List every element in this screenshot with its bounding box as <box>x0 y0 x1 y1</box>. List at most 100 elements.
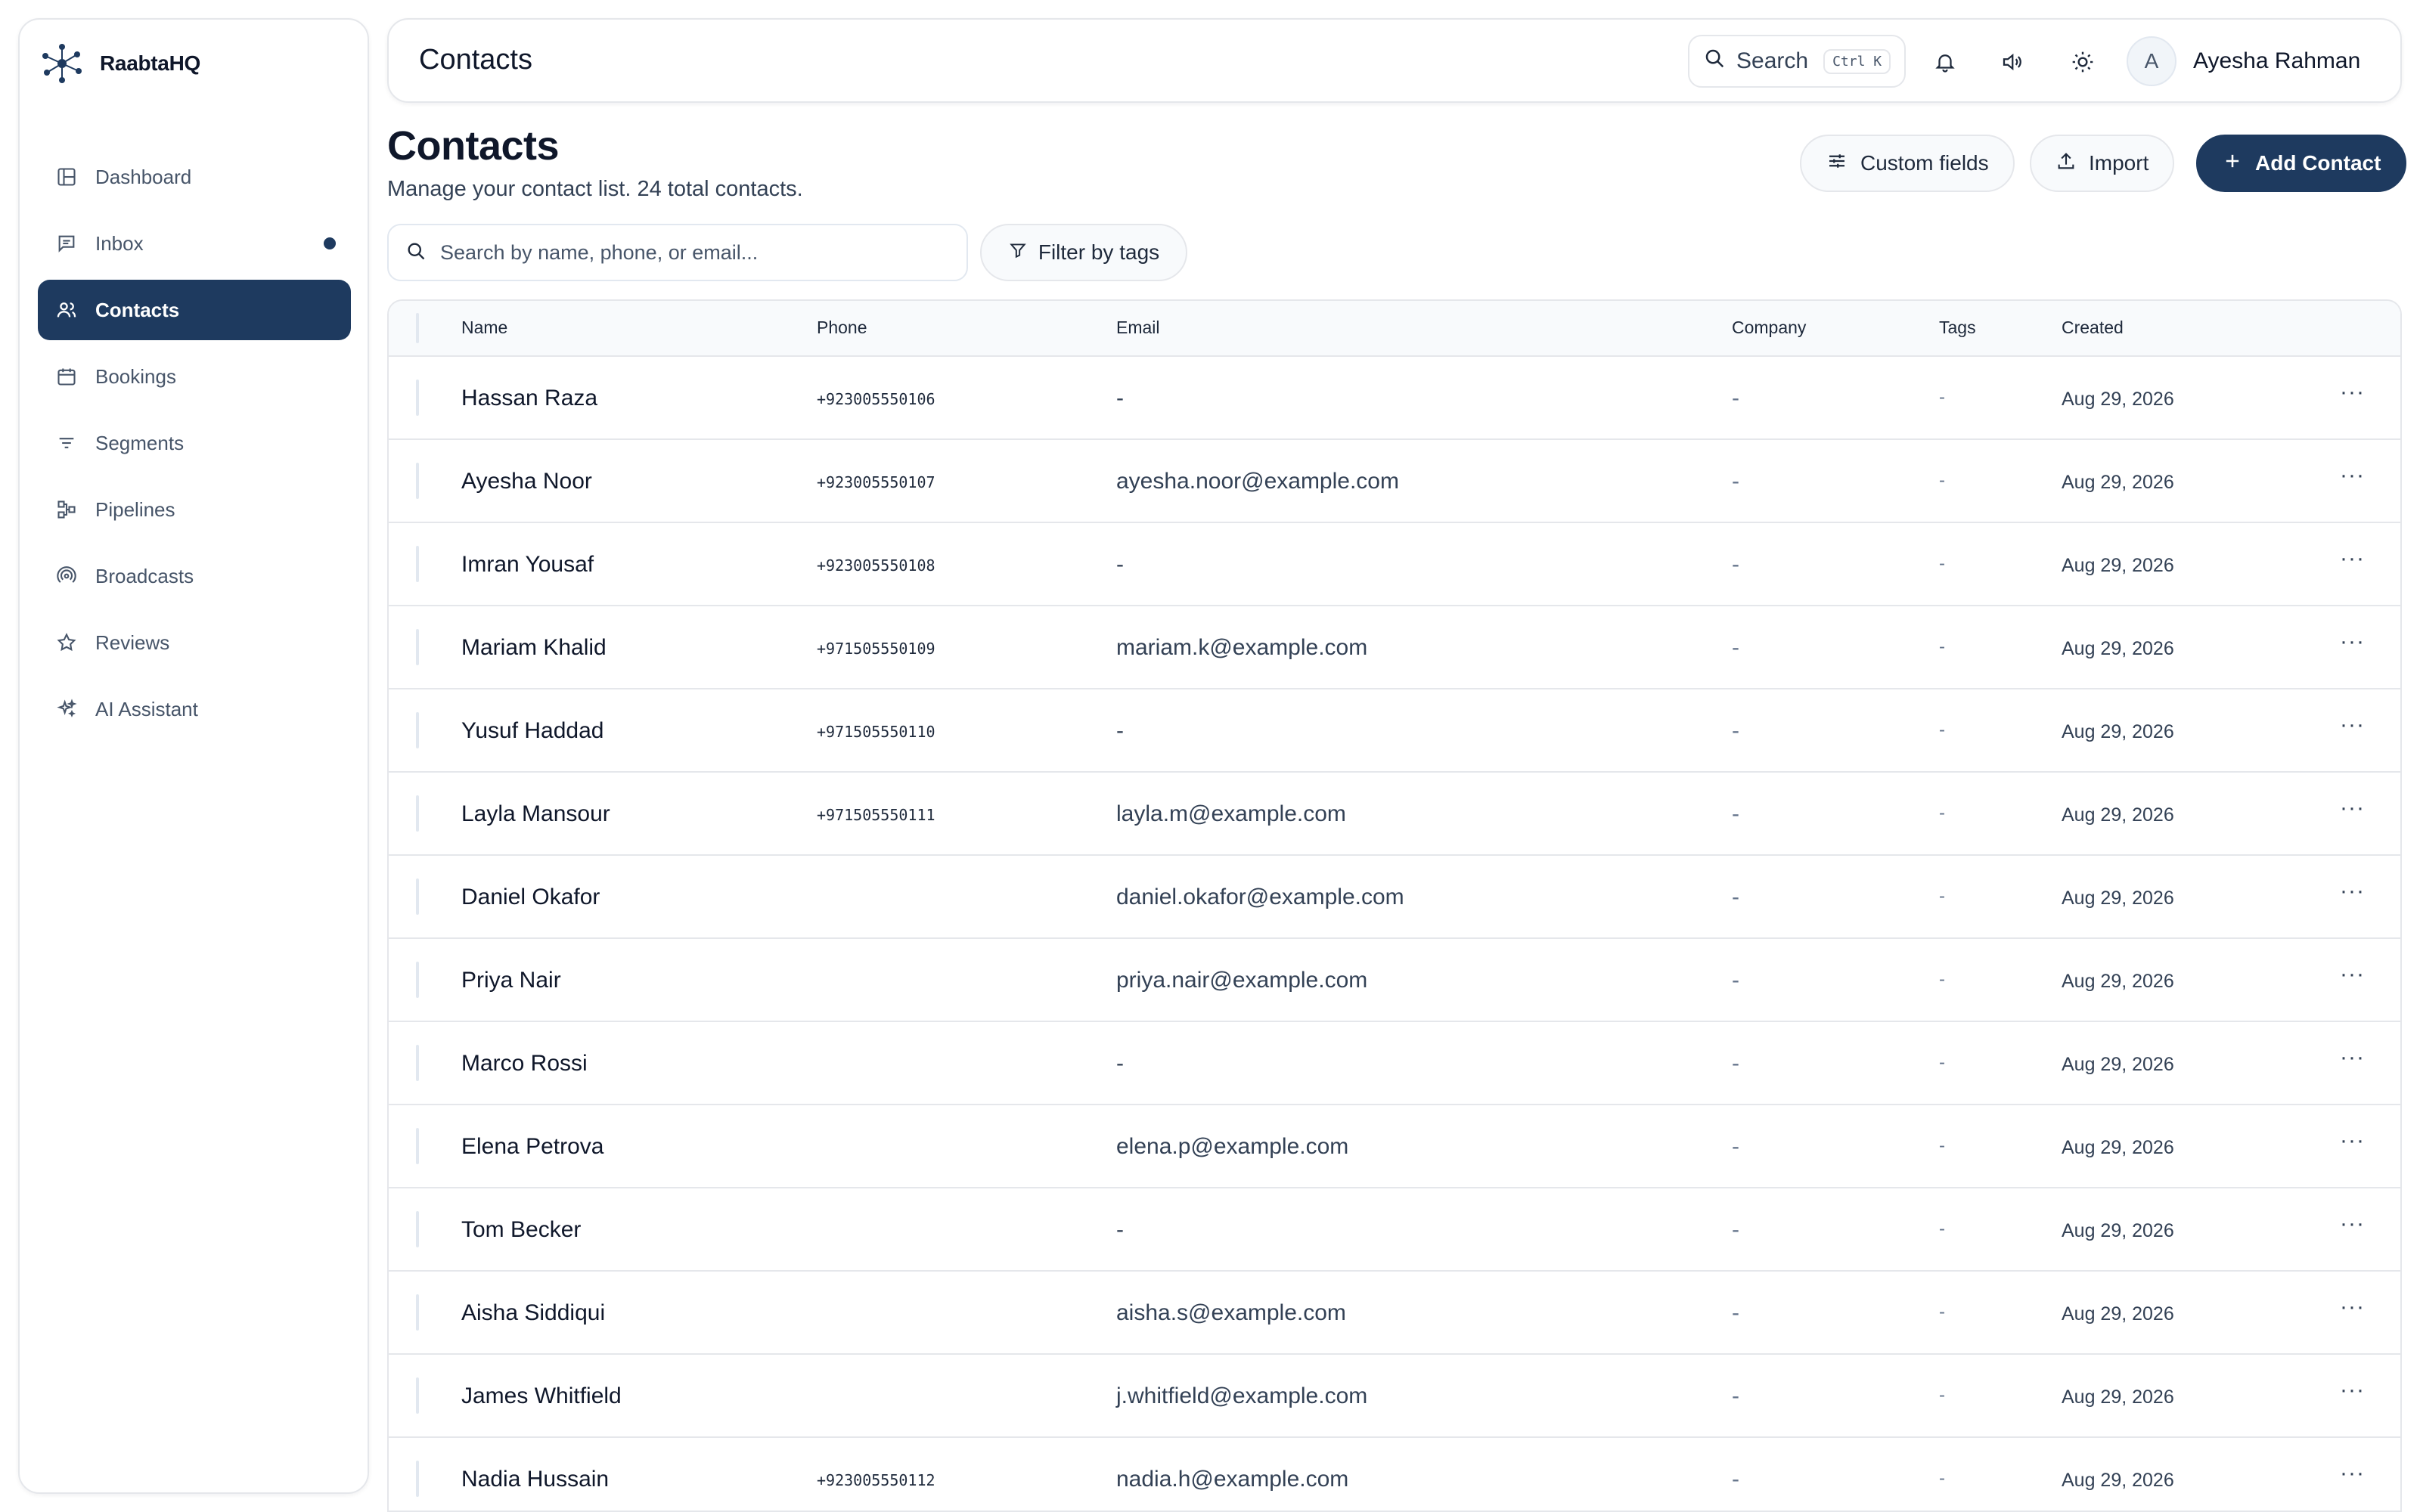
table-row[interactable]: Hassan Raza +923005550106 - - - Aug 29, 2026 ·… <box>389 357 2400 440</box>
table-row[interactable]: Layla Mansour +971505550111 layla.m@exampl… <box>389 773 2400 856</box>
sidebar-item-ai-assistant[interactable]: AI Assistant <box>38 679 351 739</box>
import-button[interactable]: Import <box>2030 135 2175 192</box>
contact-name[interactable]: Priya Nair <box>461 968 561 993</box>
table-row[interactable]: Daniel Okafor daniel.okafor@example.com - -… <box>389 856 2400 939</box>
sidebar-item-label: Segments <box>95 431 185 454</box>
sliders-icon <box>1826 150 1848 178</box>
contact-company: - <box>1732 1383 1739 1408</box>
contact-name[interactable]: Yusuf Haddad <box>461 718 603 744</box>
sidebar-item-reviews[interactable]: Reviews <box>38 612 351 673</box>
contact-name[interactable]: Ayesha Noor <box>461 469 592 494</box>
row-more-actions-icon[interactable]: ··· <box>2340 1294 2365 1320</box>
row-more-actions-icon[interactable]: ··· <box>2340 380 2365 405</box>
contact-email: - <box>1116 718 1124 743</box>
row-more-actions-icon[interactable]: ··· <box>2340 1045 2365 1070</box>
contact-name[interactable]: Tom Becker <box>461 1217 581 1243</box>
sidebar-item-inbox[interactable]: Inbox <box>38 213 351 274</box>
row-more-actions-icon[interactable]: ··· <box>2340 712 2365 738</box>
column-header-created[interactable]: Created <box>2062 318 2124 338</box>
table-row[interactable]: Imran Yousaf +923005550108 - - - Aug 29, 2026… <box>389 523 2400 606</box>
row-grip <box>416 1461 419 1497</box>
table-row[interactable]: Mariam Khalid +971505550109 mariam.k@examp… <box>389 606 2400 689</box>
table-row[interactable]: Nadia Hussain +923005550112 nadia.h@exampl… <box>389 1438 2400 1510</box>
contact-company: - <box>1732 885 1739 909</box>
column-header-tags[interactable]: Tags <box>1939 318 1976 338</box>
shortcut-hint: Ctrl K <box>1823 48 1891 74</box>
row-more-actions-icon[interactable]: ··· <box>2340 546 2365 572</box>
row-more-actions-icon[interactable]: ··· <box>2340 878 2365 904</box>
row-more-actions-icon[interactable]: ··· <box>2340 629 2365 655</box>
contact-email: daniel.okafor@example.com <box>1116 885 1404 909</box>
search-icon <box>1703 47 1726 76</box>
contact-name[interactable]: Mariam Khalid <box>461 635 607 661</box>
row-more-actions-icon[interactable]: ··· <box>2340 1461 2365 1486</box>
row-grip <box>416 1128 419 1164</box>
sidebar-item-segments[interactable]: Segments <box>38 413 351 473</box>
row-grip <box>416 1294 419 1331</box>
user-name[interactable]: Ayesha Rahman <box>2193 48 2360 74</box>
add-contact-button[interactable]: Add Contact <box>2196 135 2407 192</box>
contact-name[interactable]: Imran Yousaf <box>461 552 594 578</box>
column-header-email[interactable]: Email <box>1116 318 1160 338</box>
table-row[interactable]: Tom Becker - - - Aug 29, 2026 ··· <box>389 1188 2400 1272</box>
sidebar-item-dashboard[interactable]: Dashboard <box>38 147 351 207</box>
sun-icon[interactable] <box>2065 44 2101 80</box>
speaker-icon[interactable] <box>1993 44 2030 80</box>
contact-name[interactable]: James Whitfield <box>461 1383 622 1409</box>
add-contact-label: Add Contact <box>2255 151 2381 175</box>
brand[interactable]: RaabtaHQ <box>39 39 200 88</box>
sidebar-nav: Dashboard Inbox Contacts Bookings Segmen… <box>38 147 351 745</box>
row-more-actions-icon[interactable]: ··· <box>2340 962 2365 987</box>
contact-name[interactable]: Layla Mansour <box>461 801 610 827</box>
row-more-actions-icon[interactable]: ··· <box>2340 1211 2365 1237</box>
contact-name[interactable]: Elena Petrova <box>461 1134 603 1160</box>
contact-company: - <box>1732 386 1739 411</box>
sidebar: RaabtaHQ Dashboard Inbox Contacts Bookin… <box>18 18 369 1494</box>
sidebar-item-contacts[interactable]: Contacts <box>38 280 351 340</box>
contact-name[interactable]: Aisha Siddiqui <box>461 1300 605 1326</box>
global-search-button[interactable]: Search Ctrl K <box>1688 35 1906 88</box>
contact-search-field[interactable] <box>387 224 968 281</box>
contact-name[interactable]: Nadia Hussain <box>461 1467 609 1492</box>
column-header-company[interactable]: Company <box>1732 318 1806 338</box>
sidebar-item-broadcasts[interactable]: Broadcasts <box>38 546 351 606</box>
contact-name[interactable]: Daniel Okafor <box>461 885 600 910</box>
column-grip <box>416 313 419 343</box>
contact-company: - <box>1732 469 1739 494</box>
avatar[interactable]: A <box>2127 36 2176 86</box>
row-more-actions-icon[interactable]: ··· <box>2340 1128 2365 1154</box>
contact-name[interactable]: Hassan Raza <box>461 386 597 411</box>
contact-tags: - <box>1939 1468 1945 1489</box>
sidebar-item-pipelines[interactable]: Pipelines <box>38 479 351 540</box>
table-row[interactable]: Aisha Siddiqui aisha.s@example.com - - Aug 2… <box>389 1272 2400 1355</box>
filter-by-tags-button[interactable]: Filter by tags <box>980 224 1187 281</box>
table-row[interactable]: Yusuf Haddad +971505550110 - - - Aug 29, 2026… <box>389 689 2400 773</box>
table-row[interactable]: Priya Nair priya.nair@example.com - - Aug 29… <box>389 939 2400 1022</box>
column-header-name[interactable]: Name <box>461 318 507 338</box>
contact-search-input[interactable] <box>440 240 954 265</box>
bell-icon[interactable] <box>1927 44 1963 80</box>
table-row[interactable]: Marco Rossi - - - Aug 29, 2026 ··· <box>389 1022 2400 1105</box>
contact-company: - <box>1732 801 1739 826</box>
table-row[interactable]: Elena Petrova elena.p@example.com - - Aug 29… <box>389 1105 2400 1188</box>
contact-email: j.whitfield@example.com <box>1116 1383 1368 1408</box>
table-row[interactable]: James Whitfield j.whitfield@example.com - -… <box>389 1355 2400 1438</box>
import-label: Import <box>2089 151 2149 175</box>
column-header-phone[interactable]: Phone <box>817 318 867 338</box>
search-icon <box>405 240 427 265</box>
contact-name[interactable]: Marco Rossi <box>461 1051 588 1077</box>
contact-tags: - <box>1939 1302 1945 1322</box>
sidebar-item-bookings[interactable]: Bookings <box>38 346 351 407</box>
row-more-actions-icon[interactable]: ··· <box>2340 795 2365 821</box>
contact-email: - <box>1116 1051 1124 1076</box>
row-more-actions-icon[interactable]: ··· <box>2340 1377 2365 1403</box>
row-grip <box>416 1377 419 1414</box>
custom-fields-button[interactable]: Custom fields <box>1800 135 2015 192</box>
sidebar-item-label: Inbox <box>95 231 144 255</box>
brand-name: RaabtaHQ <box>100 51 200 75</box>
contact-email: - <box>1116 386 1124 411</box>
page-title: Contacts <box>387 123 560 169</box>
table-row[interactable]: Ayesha Noor +923005550107 ayesha.noor@exam… <box>389 440 2400 523</box>
contact-created: Aug 29, 2026 <box>2062 1220 2174 1241</box>
row-more-actions-icon[interactable]: ··· <box>2340 463 2365 488</box>
